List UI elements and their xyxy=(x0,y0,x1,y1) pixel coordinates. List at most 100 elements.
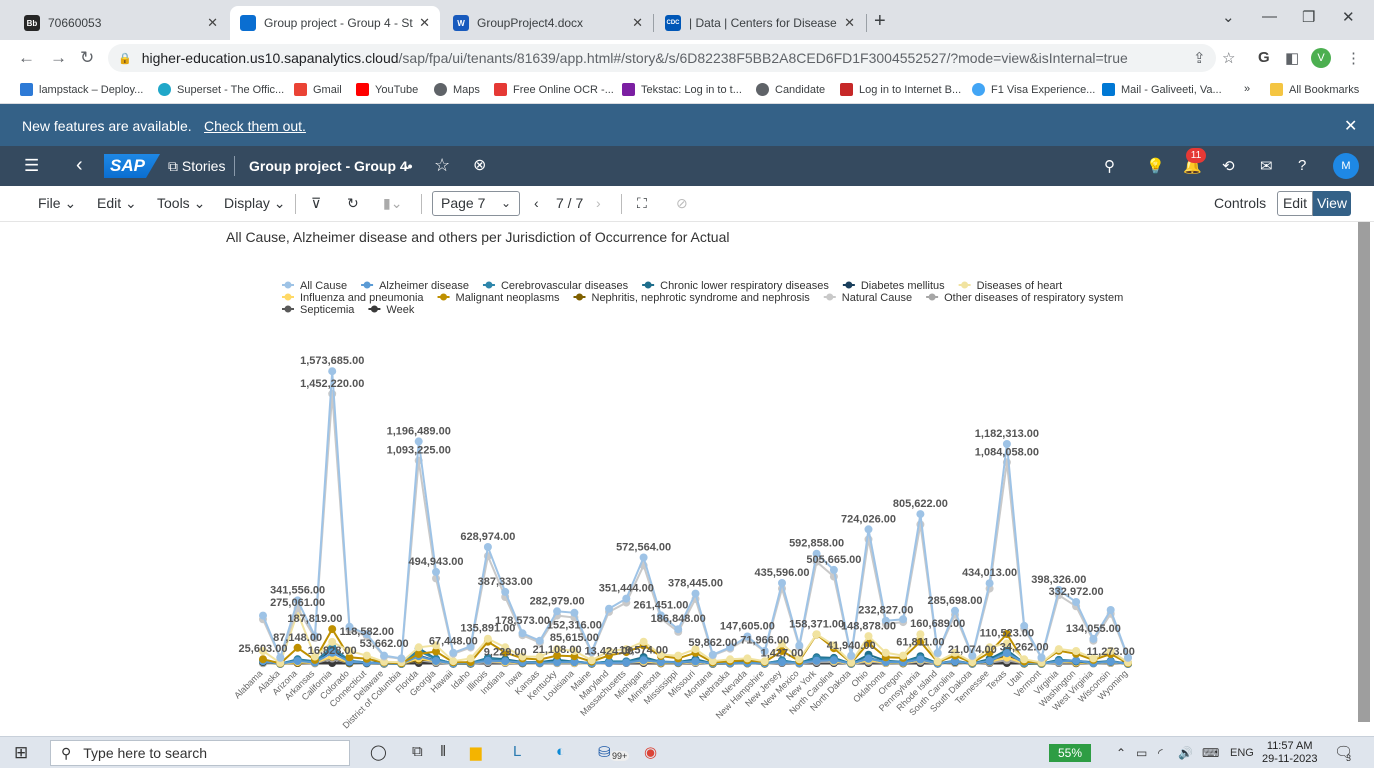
data-point[interactable] xyxy=(518,629,527,638)
chrome-icon[interactable]: ◉ xyxy=(644,743,657,761)
bookmarks-overflow-button[interactable]: » xyxy=(1244,83,1250,95)
data-point[interactable] xyxy=(605,604,613,613)
data-point[interactable] xyxy=(933,648,942,657)
data-point[interactable] xyxy=(743,654,752,663)
story-title[interactable]: Group project - Group 4• xyxy=(249,158,413,174)
back-arrow-icon[interactable]: ← xyxy=(18,48,35,68)
data-point[interactable] xyxy=(1020,655,1029,664)
close-icon[interactable]: ✕ xyxy=(632,15,643,31)
page-selector[interactable]: Page 7 ⌄ xyxy=(432,191,520,216)
legend-entry[interactable]: Diabetes mellitus xyxy=(842,280,945,292)
browser-tab-sap-story[interactable]: Group project - Group 4 - Stories ✕ xyxy=(230,6,440,40)
bookmark-star-icon[interactable]: ☆ xyxy=(1222,49,1235,67)
bookmark-item[interactable]: Free Online OCR -... xyxy=(494,83,614,96)
legend-entry[interactable]: Chronic lower respiratory diseases xyxy=(642,280,829,292)
data-point[interactable] xyxy=(726,655,735,664)
tab-search-chevron-icon[interactable]: ⌄ xyxy=(1222,8,1235,26)
wifi-icon[interactable]: ◜ xyxy=(1158,746,1163,760)
data-point[interactable] xyxy=(328,625,337,634)
data-point[interactable] xyxy=(570,608,579,617)
data-point[interactable] xyxy=(449,648,458,657)
app-l-icon[interactable]: L xyxy=(513,743,521,760)
forward-arrow-icon[interactable]: → xyxy=(50,48,67,68)
data-point[interactable] xyxy=(483,543,492,551)
data-point[interactable] xyxy=(812,630,821,639)
legend-entry[interactable]: Nephritis, nephrotic syndrome and nephro… xyxy=(573,292,811,304)
previous-page-icon[interactable]: ‹ xyxy=(534,195,539,211)
browser-tab-cdc[interactable]: CDC | Data | Centers for Disease Cont ✕ xyxy=(655,6,865,40)
bookmark-item[interactable]: lampstack – Deploy... xyxy=(20,83,143,96)
data-point[interactable] xyxy=(674,651,683,660)
taskbar-clock[interactable]: 11:57 AM 29-11-2023 xyxy=(1262,740,1317,766)
battery-icon[interactable]: ▭ xyxy=(1136,746,1147,760)
restore-button[interactable]: ❐ xyxy=(1302,8,1315,26)
data-point[interactable] xyxy=(414,643,423,652)
data-point[interactable] xyxy=(1089,634,1098,643)
battery-indicator[interactable]: 55% xyxy=(1049,744,1091,762)
keyboard-icon[interactable]: ⌨ xyxy=(1202,746,1219,760)
browser-tab-word[interactable]: W GroupProject4.docx ✕ xyxy=(443,6,653,40)
file-explorer-icon[interactable]: ▆ xyxy=(470,743,482,761)
filter-icon[interactable]: ⊽ xyxy=(311,195,321,212)
window-close-button[interactable]: ✕ xyxy=(1342,8,1355,26)
data-point[interactable] xyxy=(362,651,371,660)
data-point[interactable] xyxy=(691,657,700,666)
bookmark-item[interactable]: Log in to Internet B... xyxy=(840,83,961,96)
banner-link[interactable]: Check them out. xyxy=(204,118,306,134)
windows-start-icon[interactable]: ⊞ xyxy=(14,743,28,763)
data-point[interactable] xyxy=(432,567,440,576)
chevron-up-icon[interactable]: ⌃ xyxy=(1116,746,1126,760)
data-point[interactable] xyxy=(1054,657,1063,666)
language-indicator[interactable]: ENG xyxy=(1230,747,1254,759)
data-point[interactable] xyxy=(812,656,821,665)
minimize-button[interactable]: — xyxy=(1262,8,1277,25)
profile-avatar[interactable]: V xyxy=(1311,48,1331,68)
data-point[interactable] xyxy=(483,634,492,643)
back-chevron-icon[interactable]: ‹ xyxy=(76,154,83,177)
data-point[interactable] xyxy=(864,632,873,641)
data-point[interactable] xyxy=(1037,653,1046,662)
store-icon[interactable]: ⛁ xyxy=(598,743,611,761)
view-mode-button[interactable]: View xyxy=(1313,191,1351,216)
task-view-icon[interactable]: ⧉ xyxy=(412,743,423,760)
data-point[interactable] xyxy=(864,654,873,663)
bookmark-item[interactable]: Tekstac: Log in to t... xyxy=(622,83,742,96)
volume-icon[interactable]: 🔊 xyxy=(1178,746,1193,760)
legend-entry[interactable]: Cerebrovascular diseases xyxy=(482,280,629,292)
bookmark-item[interactable]: YouTube xyxy=(356,83,418,96)
browser-tab-blackboard[interactable]: Bb 70660053 ✕ xyxy=(14,6,228,40)
legend-entry[interactable]: Malignant neoplasms xyxy=(437,292,560,304)
close-story-icon[interactable]: ⊗ xyxy=(473,155,486,175)
check-circle-icon[interactable]: ⊘ xyxy=(676,195,688,212)
data-point[interactable] xyxy=(778,579,786,587)
bookmark-item[interactable]: F1 Visa Experience... xyxy=(972,83,1095,96)
data-point[interactable] xyxy=(864,525,873,534)
data-point[interactable] xyxy=(639,656,648,665)
sap-logo[interactable]: SAP xyxy=(104,154,160,178)
tools-menu[interactable]: Tools ⌄ xyxy=(157,195,205,212)
data-point[interactable] xyxy=(1106,657,1115,666)
favorite-star-icon[interactable]: ☆ xyxy=(434,155,450,176)
bookmark-item[interactable]: Candidate xyxy=(756,83,825,96)
stories-link[interactable]: ⧉ Stories xyxy=(168,158,225,175)
hamburger-menu-icon[interactable]: ☰ xyxy=(24,156,39,176)
bookmark-item[interactable]: Superset - The Offic... xyxy=(158,83,284,96)
legend-entry[interactable]: Natural Cause xyxy=(823,292,912,304)
user-avatar[interactable]: M xyxy=(1333,153,1359,179)
legend-entry[interactable]: All Cause xyxy=(282,280,347,292)
bookmark-item[interactable]: Maps xyxy=(434,83,480,96)
data-point[interactable] xyxy=(328,389,337,398)
reload-icon[interactable]: ↻ xyxy=(80,48,94,68)
legend-entry[interactable]: Septicemia xyxy=(282,304,355,316)
grammarly-extension-icon[interactable]: G xyxy=(1258,49,1270,66)
data-point[interactable] xyxy=(985,657,994,665)
data-point[interactable] xyxy=(899,651,908,660)
legend-entry[interactable]: Alzheimer disease xyxy=(361,280,469,292)
data-point[interactable] xyxy=(916,510,925,519)
chevron-down-icon[interactable]: ⌄ xyxy=(403,158,413,172)
bookmark-item[interactable]: Mail - Galiveeti, Va... xyxy=(1102,83,1222,96)
data-point[interactable] xyxy=(847,651,856,660)
close-icon[interactable]: ✕ xyxy=(844,15,855,31)
legend-entry[interactable]: Other diseases of respiratory system xyxy=(926,292,1123,304)
data-point[interactable] xyxy=(985,579,994,588)
